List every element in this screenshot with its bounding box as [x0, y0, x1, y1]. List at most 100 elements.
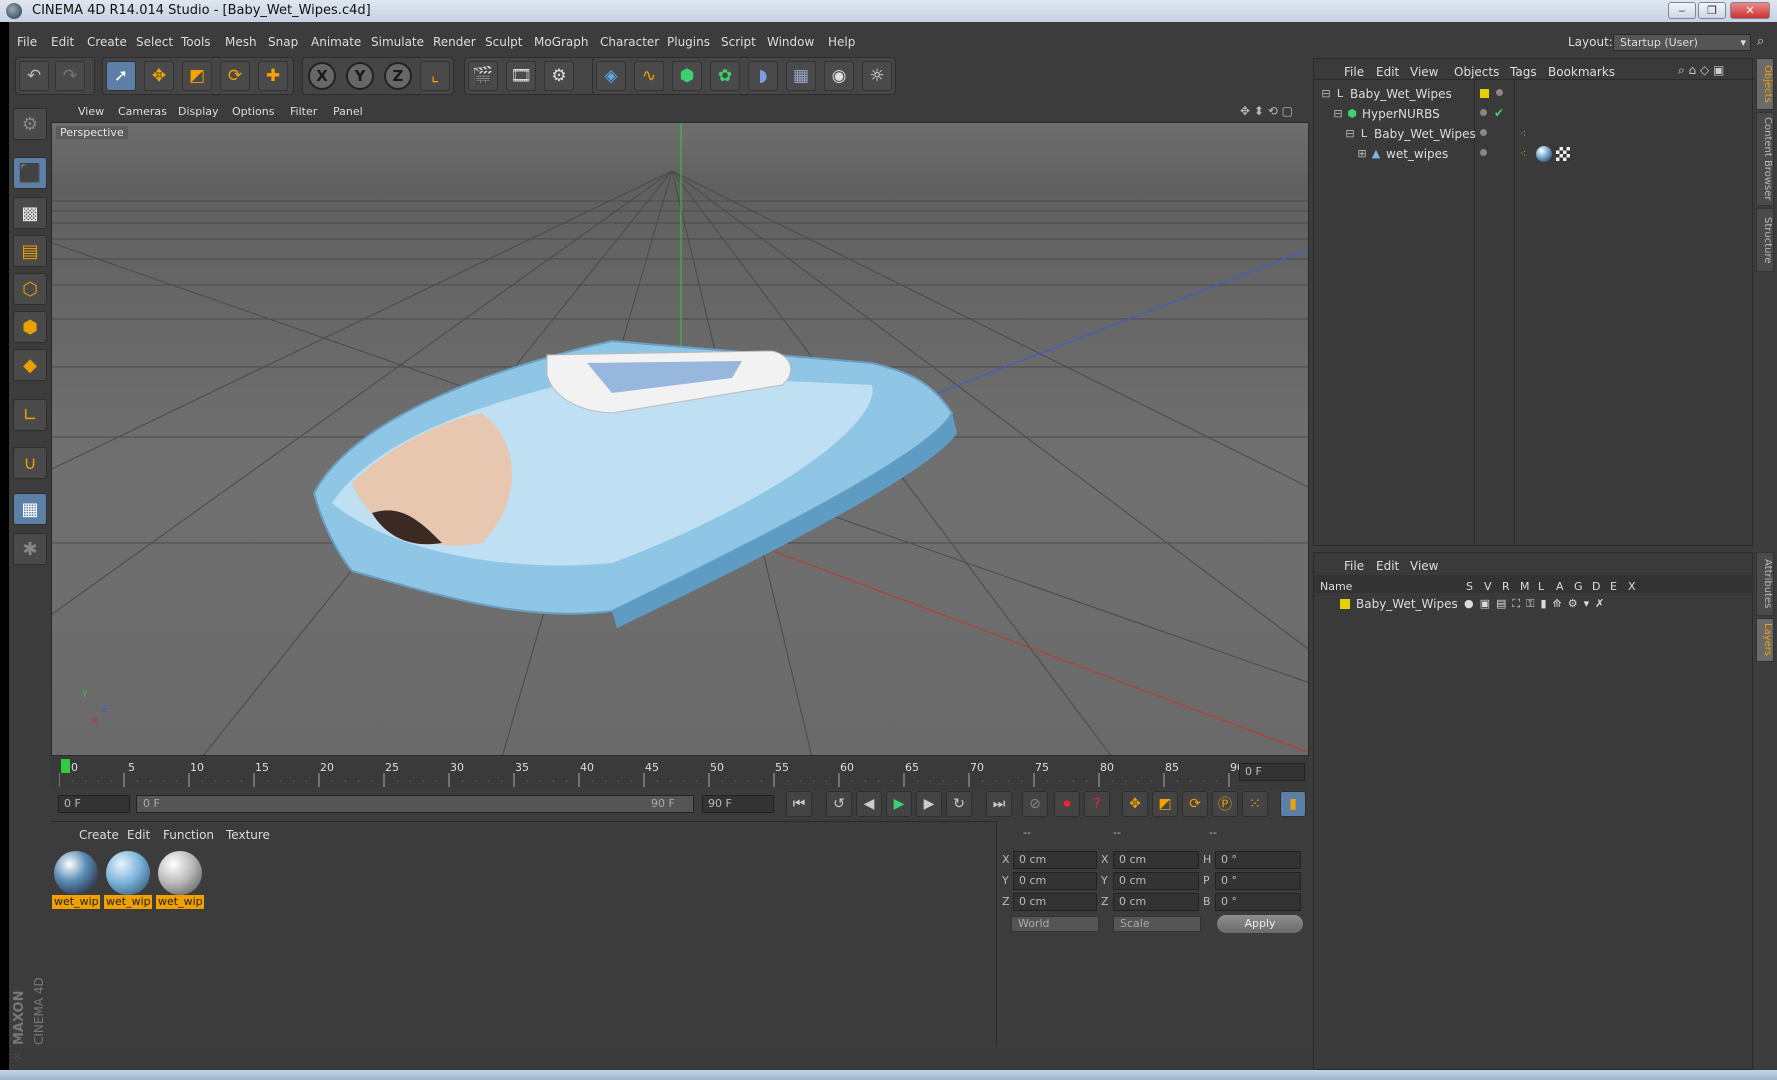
position-x-field[interactable]: 0 cm [1013, 851, 1097, 869]
menu-snap[interactable]: Snap [268, 35, 298, 49]
maximize-button[interactable]: ❐ [1698, 2, 1726, 19]
start-frame-field[interactable]: 0 F [58, 795, 130, 813]
material-swatch[interactable]: wet_wip [104, 851, 152, 909]
visibility-dot[interactable] [1480, 129, 1487, 136]
rotation-b-field[interactable]: 0 ° [1215, 893, 1301, 911]
layer-toggle-icons[interactable]: ●▣▤⛶⚿▮⟰⚙▾✗ [1464, 597, 1610, 611]
menu-sculpt[interactable]: Sculpt [485, 35, 522, 49]
timeline-ruler[interactable]: 0 5 10 15 20 25 30 35 40 45 50 55 60 65 … [51, 757, 1309, 789]
make-editable-icon[interactable]: ⚙ [13, 108, 47, 140]
3d-viewport[interactable]: Perspective Y Z X [51, 122, 1309, 756]
texture-mode-icon[interactable]: ▩ [13, 197, 47, 229]
layer-color-swatch[interactable] [1340, 599, 1350, 609]
viewport-nav-icons[interactable]: ✥ ⬍ ⟲ ▢ [1240, 104, 1293, 118]
rotation-p-field[interactable]: 0 ° [1215, 872, 1301, 890]
scale-icon[interactable]: ◩ [182, 61, 212, 91]
layer-col-view[interactable]: V [1484, 580, 1492, 593]
layout-select[interactable]: Startup (User) ▾ [1613, 34, 1751, 51]
layer-menu-edit[interactable]: Edit [1376, 559, 1399, 573]
rotation-h-field[interactable]: 0 ° [1215, 851, 1301, 869]
object-menu-view[interactable]: View [1410, 65, 1438, 79]
key-position-icon[interactable]: ✥ [1122, 791, 1148, 817]
viewport-menu-cameras[interactable]: Cameras [118, 105, 167, 118]
scene-floor-icon[interactable]: ▦ [786, 61, 816, 91]
material-swatch[interactable]: wet_wip [156, 851, 204, 909]
render-picture-viewer-icon[interactable]: 🎞 [506, 61, 536, 91]
model-mode-icon[interactable]: ⬛ [13, 157, 47, 189]
object-row[interactable]: ⊟ ⬢ HyperNURBS ✔ [1314, 105, 1754, 125]
material-tag-icon[interactable] [1556, 147, 1570, 161]
menu-file[interactable]: File [17, 35, 37, 49]
size-y-field[interactable]: 0 cm [1113, 872, 1199, 890]
tag-icon[interactable]: ⁖ [1520, 147, 1526, 160]
move-icon[interactable]: ✥ [144, 61, 174, 91]
visibility-dot[interactable] [1480, 109, 1487, 116]
layer-col-expressions[interactable]: E [1610, 580, 1617, 593]
menu-select[interactable]: Select [136, 35, 173, 49]
points-mode-icon[interactable]: ⬡ [13, 273, 47, 305]
current-frame-field[interactable]: 0 F [1239, 763, 1305, 781]
menu-mograph[interactable]: MoGraph [534, 35, 589, 49]
minimize-button[interactable]: ‒ [1668, 2, 1696, 19]
expand-icon[interactable]: ⊟ [1332, 108, 1344, 120]
menu-mesh[interactable]: Mesh [225, 35, 257, 49]
menu-script[interactable]: Script [721, 35, 756, 49]
menu-create[interactable]: Create [87, 35, 127, 49]
z-axis-lock-button[interactable]: Z [384, 62, 412, 90]
layer-menu-view[interactable]: View [1410, 559, 1438, 573]
layer-col-solo[interactable]: S [1466, 580, 1473, 593]
layer-menu-file[interactable]: File [1344, 559, 1364, 573]
y-axis-lock-button[interactable]: Y [346, 62, 374, 90]
menu-render[interactable]: Render [433, 35, 476, 49]
prev-keyframe-icon[interactable]: ↺ [826, 791, 852, 817]
menu-edit[interactable]: Edit [51, 35, 74, 49]
object-menu-objects[interactable]: Objects [1454, 65, 1499, 79]
play-icon[interactable]: ▶ [886, 791, 912, 817]
menu-plugins[interactable]: Plugins [667, 35, 710, 49]
key-parameter-icon[interactable]: Ⓟ [1212, 791, 1238, 817]
key-scale-icon[interactable]: ◩ [1152, 791, 1178, 817]
expand-icon[interactable]: ⊟ [1320, 88, 1332, 100]
goto-start-icon[interactable]: ⏮ [786, 791, 812, 817]
timeline-window-icon[interactable]: ▮ [1280, 791, 1306, 817]
viewport-menu-filter[interactable]: Filter [290, 105, 317, 118]
layer-col-deformers[interactable]: D [1592, 580, 1600, 593]
layer-col-locked[interactable]: L [1538, 580, 1544, 593]
add-object-icon[interactable]: ✚ [258, 61, 288, 91]
goto-end-icon[interactable]: ⏭ [986, 791, 1012, 817]
layer-col-render[interactable]: R [1502, 580, 1510, 593]
workplane-mode-icon[interactable]: ▤ [13, 235, 47, 267]
position-z-field[interactable]: 0 cm [1013, 893, 1097, 911]
layer-col-animation[interactable]: A [1556, 580, 1564, 593]
tab-objects[interactable]: Objects [1756, 58, 1774, 110]
viewport-menu-display[interactable]: Display [178, 105, 219, 118]
record-keys-icon[interactable]: ⊘ [1022, 791, 1048, 817]
expand-icon[interactable]: ⊞ [1356, 148, 1368, 160]
menu-tools[interactable]: Tools [181, 35, 211, 49]
prev-frame-icon[interactable]: ◀ [856, 791, 882, 817]
layer-col-name[interactable]: Name [1320, 580, 1352, 593]
axis-mode-icon[interactable]: ∟ [13, 399, 47, 431]
undo-icon[interactable]: ↶ [19, 61, 49, 91]
array-icon[interactable]: ✿ [710, 61, 740, 91]
snap-icon[interactable]: ✱ [13, 533, 47, 565]
deformer-icon[interactable]: ◗ [748, 61, 778, 91]
workplane-lock-icon[interactable]: ▦ [13, 493, 47, 525]
tab-structure[interactable]: Structure [1756, 208, 1774, 272]
material-menu-create[interactable]: Create [79, 828, 119, 842]
menu-window[interactable]: Window [767, 35, 814, 49]
tab-attributes[interactable]: Attributes [1756, 552, 1774, 616]
object-menu-bookmarks[interactable]: Bookmarks [1548, 65, 1615, 79]
material-menu-edit[interactable]: Edit [127, 828, 150, 842]
spline-icon[interactable]: ∿ [634, 61, 664, 91]
next-keyframe-icon[interactable]: ↻ [946, 791, 972, 817]
material-swatch[interactable]: wet_wip [52, 851, 100, 909]
key-pla-icon[interactable]: ⁙ [1242, 791, 1268, 817]
object-menu-edit[interactable]: Edit [1376, 65, 1399, 79]
render-settings-icon[interactable]: ⚙ [544, 61, 574, 91]
search-icon[interactable]: ⌕ [1757, 34, 1764, 49]
rotate-icon[interactable]: ⟳ [220, 61, 250, 91]
tab-content-browser[interactable]: Content Browser [1756, 112, 1774, 206]
nurbs-icon[interactable]: ⬢ [672, 61, 702, 91]
live-selection-icon[interactable]: ➚ [106, 61, 136, 91]
